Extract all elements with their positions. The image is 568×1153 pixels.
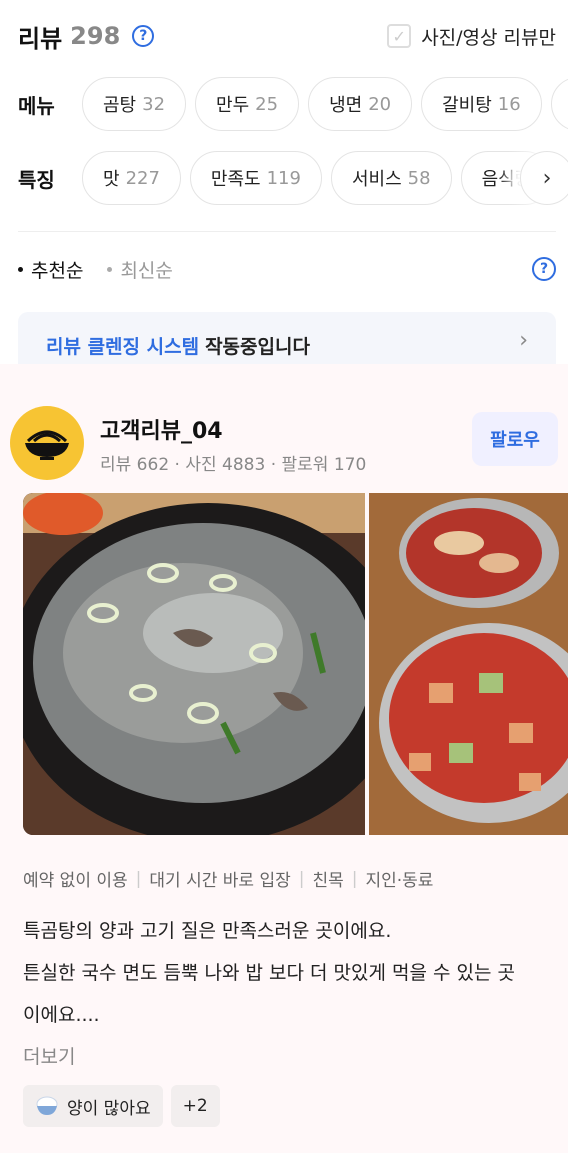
badge-label: 양이 많아요	[67, 1098, 151, 1119]
review-line: 튼실한 국수 면도 듬뿍 나와 밥 보다 더 맛있게 먹을 수 있는 곳	[23, 962, 515, 984]
chip-count: 20	[368, 93, 392, 115]
chevron-right-icon: ›	[519, 328, 528, 353]
sort-recommended[interactable]: 추천순	[31, 256, 83, 283]
review-line: 특곰탕의 양과 고기 질은 만족스러운 곳이에요.	[23, 920, 392, 942]
menu-row-label: 메뉴	[18, 93, 55, 118]
sort-latest[interactable]: 최신순	[120, 256, 172, 283]
tag-item: 친목	[312, 871, 344, 891]
bowl-icon	[25, 430, 69, 460]
more-badges-count[interactable]: +2	[170, 1085, 220, 1127]
feature-row-label: 특징	[18, 167, 55, 192]
sort-options: 추천순 최신순	[18, 256, 173, 283]
feature-chip[interactable]: 맛 227	[82, 151, 181, 205]
reviewer-name[interactable]: 고객리뷰_04	[100, 413, 223, 445]
menu-chip[interactable]: 곰탕 32	[82, 77, 187, 131]
review-line: 이에요....	[23, 1004, 100, 1026]
chip-label: 만두	[216, 95, 250, 116]
chip-count: 227	[125, 167, 160, 189]
divider	[18, 231, 556, 232]
tag-item: 예약 없이 이용	[23, 871, 128, 891]
kimchi-image	[369, 493, 568, 835]
chip-count: 58	[407, 167, 431, 189]
tag-item: 지인·동료	[365, 871, 434, 891]
chip-label: 곰탕	[103, 95, 137, 116]
photo-filter-label: 사진/영상 리뷰만	[421, 26, 556, 49]
menu-chip[interactable]: 곰	[550, 77, 568, 131]
feature-chip[interactable]: 만족도 119	[189, 151, 322, 205]
tag-separator: |	[351, 868, 358, 889]
avatar[interactable]	[10, 406, 84, 480]
feature-chip[interactable]: 서비스 58	[330, 151, 452, 205]
review-title: 리뷰	[18, 24, 63, 53]
reviewer-stats: 리뷰 662 · 사진 4883 · 팔로워 170	[100, 455, 367, 475]
chip-label: 서비스	[351, 169, 402, 190]
menu-filter-row: 메뉴 곰탕32 만두25 냉면20 갈비탕16 곰	[18, 77, 568, 131]
review-photo-gomtang[interactable]	[23, 493, 365, 835]
chip-count: 32	[142, 93, 166, 115]
review-header: 리뷰 298 ? ✓ 사진/영상 리뷰만	[18, 18, 556, 54]
notice-text: 작동중입니다	[205, 336, 310, 358]
photo-review-filter[interactable]: ✓ 사진/영상 리뷰만	[387, 23, 556, 50]
keyword-badge[interactable]: 양이 많아요	[23, 1085, 163, 1127]
tag-separator: |	[298, 868, 305, 889]
review-count: 298	[70, 22, 121, 50]
follow-button[interactable]: 팔로우	[472, 412, 558, 466]
menu-chip[interactable]: 만두 25	[195, 77, 300, 131]
menu-chip[interactable]: 냉면 20	[308, 77, 413, 131]
chip-count: 25	[255, 93, 279, 115]
chip-count: 119	[266, 167, 301, 189]
chip-label: 갈비탕	[442, 95, 492, 116]
rice-bowl-icon	[36, 1096, 58, 1115]
tag-separator: |	[135, 868, 142, 889]
menu-chip[interactable]: 갈비탕 16	[421, 77, 542, 131]
inactive-dot-icon	[107, 267, 113, 272]
chip-label: 맛	[103, 169, 120, 190]
visit-tags: 예약 없이 이용 | 대기 시간 바로 입장 | 친목 | 지인·동료	[23, 866, 434, 892]
more-link[interactable]: 더보기	[23, 1042, 75, 1069]
active-dot-icon	[18, 267, 23, 272]
check-icon[interactable]: ✓	[387, 24, 412, 48]
chip-label: 만족도	[210, 169, 261, 190]
keyword-badges: 양이 많아요 +2	[23, 1085, 228, 1127]
chip-label: 냉면	[329, 95, 363, 116]
review-photo-kimchi[interactable]	[369, 493, 568, 835]
help-icon[interactable]: ?	[532, 257, 556, 281]
chip-count: 16	[497, 93, 521, 115]
review-body[interactable]: 특곰탕의 양과 고기 질은 만족스러운 곳이에요. 튼실한 국수 면도 듬뿍 나…	[23, 910, 556, 1036]
soup-image	[23, 493, 365, 835]
tag-item: 대기 시간 바로 입장	[149, 871, 291, 891]
help-icon[interactable]: ?	[132, 25, 155, 47]
chevron-right-icon[interactable]: ›	[520, 151, 568, 205]
notice-highlight: 리뷰 클렌징 시스템	[46, 336, 200, 358]
feature-filter-row: 특징 맛 227 만족도 119 서비스 58 음식량 ›	[18, 151, 568, 205]
